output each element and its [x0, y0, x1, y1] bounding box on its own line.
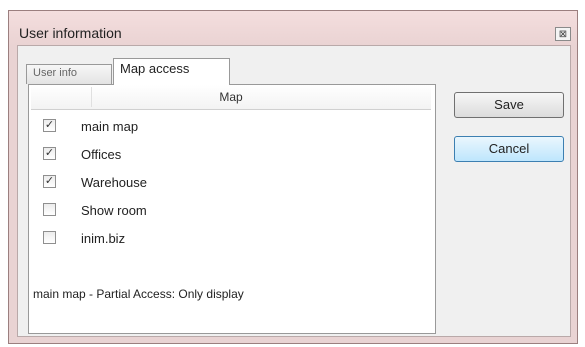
dialog-title: User information	[19, 25, 122, 41]
checkbox-offices[interactable]: ✓	[43, 147, 56, 160]
column-divider	[91, 87, 92, 107]
list-item-show-room[interactable]: Show room	[31, 197, 431, 225]
list-item-label: Show room	[81, 203, 147, 218]
title-bar[interactable]: User information ⊠	[9, 11, 577, 45]
list-item-offices[interactable]: ✓ Offices	[31, 141, 431, 169]
close-icon[interactable]: ⊠	[555, 27, 571, 41]
list-item-label: inim.biz	[81, 231, 126, 246]
list-item-inim-biz[interactable]: inim.biz	[31, 225, 431, 253]
list-item-label: Offices	[81, 147, 122, 162]
map-access-panel: Map ✓ main map ✓ Offices ✓ Warehouse Sho…	[28, 84, 436, 334]
list-item-warehouse[interactable]: ✓ Warehouse	[31, 169, 431, 197]
list-item-main-map[interactable]: ✓ main map	[31, 113, 431, 141]
list-item-label: Warehouse	[81, 175, 147, 190]
tab-map-access[interactable]: Map access	[113, 58, 230, 85]
tab-user-info[interactable]: User info	[26, 64, 112, 84]
checkbox-main-map[interactable]: ✓	[43, 119, 56, 132]
checkbox-warehouse[interactable]: ✓	[43, 175, 56, 188]
access-status-text: main map - Partial Access: Only display	[33, 287, 244, 301]
map-list: Map ✓ main map ✓ Offices ✓ Warehouse Sho…	[31, 85, 431, 260]
map-column-label: Map	[219, 90, 243, 104]
checkbox-show-room[interactable]	[43, 203, 56, 216]
save-button[interactable]: Save	[454, 92, 564, 118]
dialog-body: User info Map access Map ✓ main map ✓ Of…	[17, 45, 571, 337]
list-item-label: main map	[81, 119, 139, 134]
cancel-button[interactable]: Cancel	[454, 136, 564, 162]
user-information-dialog: User information ⊠ User info Map access …	[8, 10, 578, 344]
checkbox-inim-biz[interactable]	[43, 231, 56, 244]
map-column-header[interactable]: Map	[31, 85, 431, 110]
